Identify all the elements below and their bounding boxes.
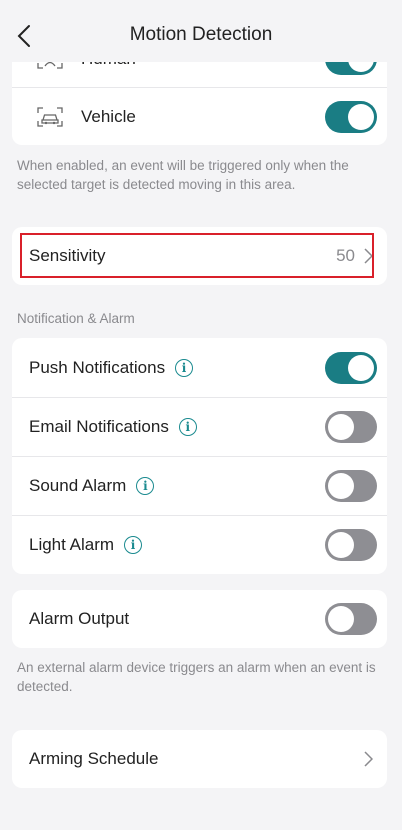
info-icon[interactable]: i <box>178 418 197 436</box>
vehicle-toggle[interactable] <box>325 100 377 133</box>
arming-schedule-label: Arming Schedule <box>29 749 159 768</box>
alarm-output-card: Alarm Output <box>12 590 387 648</box>
info-icon[interactable]: i <box>124 536 143 554</box>
notification-section-header: Notification & Alarm <box>17 311 135 326</box>
light-alarm-label: Light Alarm <box>29 535 115 554</box>
sound-alarm-row: Sound Alarm i <box>12 456 387 515</box>
email-notifications-row: Email Notifications i <box>12 397 387 456</box>
targets-note: When enabled, an event will be triggered… <box>17 158 349 192</box>
info-icon[interactable]: i <box>136 477 155 495</box>
alarm-output-toggle[interactable] <box>325 603 377 635</box>
push-notifications-label: Push Notifications <box>29 357 166 377</box>
alarm-output-row: Alarm Output <box>12 590 387 648</box>
push-notifications-toggle[interactable] <box>325 351 377 384</box>
arming-schedule-card[interactable]: Arming Schedule <box>12 730 387 788</box>
sound-alarm-toggle[interactable] <box>325 470 377 502</box>
email-notifications-toggle[interactable] <box>325 411 377 443</box>
header-bar: Motion Detection <box>0 0 402 62</box>
push-notifications-row: Push Notifications i <box>12 338 387 397</box>
sound-alarm-label: Sound Alarm <box>29 476 127 495</box>
alarm-output-note: An external alarm device triggers an ala… <box>17 660 376 694</box>
page-title: Motion Detection <box>129 24 273 45</box>
info-icon[interactable]: i <box>175 358 194 377</box>
chevron-right-icon <box>364 751 373 767</box>
vehicle-detect-icon <box>37 106 63 127</box>
arming-schedule-row[interactable]: Arming Schedule <box>12 730 387 788</box>
highlight-box <box>20 233 374 278</box>
light-alarm-row: Light Alarm i <box>12 515 387 574</box>
email-notifications-label: Email Notifications <box>29 417 169 436</box>
light-alarm-toggle[interactable] <box>325 529 377 561</box>
alarm-output-label: Alarm Output <box>29 609 130 628</box>
notification-card: Push Notifications i Email Notifications… <box>12 338 387 574</box>
target-row-vehicle: Vehicle <box>12 87 387 145</box>
target-label-vehicle: Vehicle <box>81 106 136 126</box>
